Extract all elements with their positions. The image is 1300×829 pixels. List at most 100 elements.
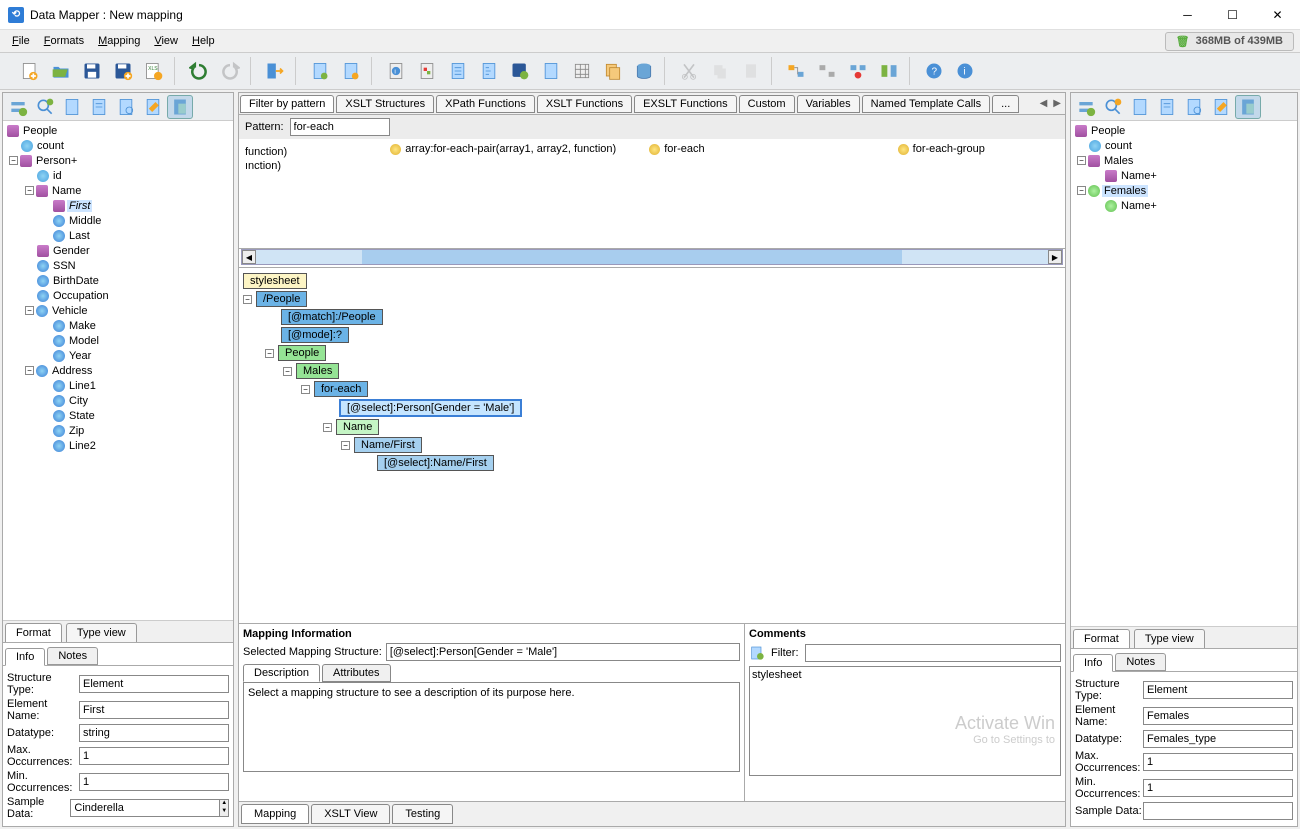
- expand-handle[interactable]: −: [283, 367, 292, 376]
- left-tb-doc2[interactable]: [86, 95, 112, 119]
- ftab-named[interactable]: Named Template Calls: [862, 95, 990, 113]
- func-result[interactable]: function): [245, 146, 287, 158]
- redo-button[interactable]: [216, 57, 244, 85]
- map-name[interactable]: Name: [336, 419, 379, 435]
- expand-handle[interactable]: −: [301, 385, 310, 394]
- tree-node-name2[interactable]: Name+: [1119, 200, 1159, 212]
- tree-node-make[interactable]: Make: [67, 320, 98, 332]
- link1-button[interactable]: [782, 57, 810, 85]
- maximize-button[interactable]: ☐: [1210, 0, 1255, 30]
- close-button[interactable]: ✕: [1255, 0, 1300, 30]
- map-match[interactable]: [@match]:/People: [281, 309, 383, 325]
- tab-typeview[interactable]: Type view: [1134, 629, 1205, 648]
- map-namefirst[interactable]: Name/First: [354, 437, 422, 453]
- menu-mapping[interactable]: Mapping: [92, 33, 146, 49]
- scroll-right[interactable]: ▶: [1048, 250, 1062, 264]
- left-tb-doc1[interactable]: [59, 95, 85, 119]
- left-tb-doc3[interactable]: [113, 95, 139, 119]
- tab-typeview[interactable]: Type view: [66, 623, 137, 642]
- tree-node-name[interactable]: Name: [50, 185, 83, 197]
- left-tb-search[interactable]: [32, 95, 58, 119]
- tree-node-id[interactable]: id: [51, 170, 64, 182]
- pattern-input[interactable]: [290, 118, 390, 136]
- doc4-button[interactable]: [475, 57, 503, 85]
- save2-button[interactable]: [506, 57, 534, 85]
- open-button[interactable]: [47, 57, 75, 85]
- max-occ-input[interactable]: [1143, 753, 1293, 771]
- link4-button[interactable]: [875, 57, 903, 85]
- expand-handle[interactable]: −: [1077, 156, 1086, 165]
- ftab-xpath[interactable]: XPath Functions: [436, 95, 535, 113]
- expand-handle[interactable]: −: [25, 366, 34, 375]
- link2-button[interactable]: [813, 57, 841, 85]
- tree-node-year[interactable]: Year: [67, 350, 93, 362]
- func-result[interactable]: ınction): [245, 160, 281, 172]
- doc2-button[interactable]: [337, 57, 365, 85]
- tab-prev[interactable]: ◀: [1038, 96, 1050, 111]
- tree-node-males[interactable]: Males: [1102, 155, 1135, 167]
- undo-button[interactable]: [185, 57, 213, 85]
- ftab-exslt[interactable]: EXSLT Functions: [634, 95, 737, 113]
- cut-button[interactable]: [675, 57, 703, 85]
- doc3-button[interactable]: [444, 57, 472, 85]
- tree-node-count[interactable]: count: [1103, 140, 1134, 152]
- map-stylesheet[interactable]: stylesheet: [243, 273, 307, 289]
- sample-input[interactable]: [70, 799, 220, 817]
- expand-handle[interactable]: −: [341, 441, 350, 450]
- tab-next[interactable]: ▶: [1051, 96, 1063, 111]
- doc1-button[interactable]: [306, 57, 334, 85]
- comment-item[interactable]: stylesheet: [752, 669, 1058, 681]
- func-result[interactable]: for-each-group: [898, 143, 985, 155]
- tree-node-address[interactable]: Address: [50, 365, 94, 377]
- tree-node-line1[interactable]: Line1: [67, 380, 98, 392]
- spin-up[interactable]: ▲: [220, 800, 228, 808]
- tree-node-first[interactable]: First: [67, 200, 92, 212]
- map-select[interactable]: [@select]:Person[Gender = 'Male']: [339, 399, 522, 417]
- func-result[interactable]: array:for-each-pair(array1, array2, func…: [390, 143, 616, 155]
- right-tb-active[interactable]: [1235, 95, 1261, 119]
- expand-handle[interactable]: −: [323, 423, 332, 432]
- grid-button[interactable]: [568, 57, 596, 85]
- mapping-tree[interactable]: stylesheet −/People [@match]:/People [@m…: [239, 268, 1065, 623]
- right-tb-doc4[interactable]: [1208, 95, 1234, 119]
- tree-node-females[interactable]: Females: [1102, 185, 1148, 197]
- menu-formats[interactable]: Formats: [38, 33, 90, 49]
- tab-description[interactable]: Description: [243, 664, 320, 682]
- expand-handle[interactable]: −: [9, 156, 18, 165]
- max-occ-input[interactable]: [79, 747, 229, 765]
- tab-mapping[interactable]: Mapping: [241, 804, 309, 824]
- datatype-input[interactable]: [79, 724, 229, 742]
- tree-node-name1[interactable]: Name+: [1119, 170, 1159, 182]
- tree-node-count[interactable]: count: [35, 140, 66, 152]
- copy-button[interactable]: [599, 57, 627, 85]
- tree-node-ssn[interactable]: SSN: [51, 260, 78, 272]
- comments-list[interactable]: stylesheet: [749, 666, 1061, 776]
- scroll-left[interactable]: ◀: [242, 250, 256, 264]
- expand-handle[interactable]: −: [243, 295, 252, 304]
- tree-node-person[interactable]: Person+: [34, 155, 79, 167]
- tree-node-people[interactable]: People: [21, 125, 59, 137]
- tree-node-last[interactable]: Last: [67, 230, 92, 242]
- save-as-button[interactable]: [109, 57, 137, 85]
- save-button[interactable]: [78, 57, 106, 85]
- elem-name-input[interactable]: [79, 701, 229, 719]
- tab-notes[interactable]: Notes: [47, 647, 98, 665]
- tab-testing[interactable]: Testing: [392, 804, 453, 824]
- map-select-nf[interactable]: [@select]:Name/First: [377, 455, 494, 471]
- ftab-more[interactable]: ...: [992, 95, 1019, 113]
- new-button[interactable]: [16, 57, 44, 85]
- datatype-input[interactable]: [1143, 730, 1293, 748]
- left-tb-active[interactable]: [167, 95, 193, 119]
- expand-handle[interactable]: −: [25, 186, 34, 195]
- tree-node-vehicle[interactable]: Vehicle: [50, 305, 89, 317]
- map-males[interactable]: Males: [296, 363, 339, 379]
- tree-node-birthdate[interactable]: BirthDate: [51, 275, 101, 287]
- right-tb-doc1[interactable]: [1127, 95, 1153, 119]
- map-people-el[interactable]: People: [278, 345, 326, 361]
- target-tree[interactable]: People count −Males Name+ −Females Name+: [1071, 121, 1297, 626]
- map-foreach[interactable]: for-each: [314, 381, 368, 397]
- ftab-xslt-func[interactable]: XSLT Functions: [537, 95, 632, 113]
- tree-node-gender[interactable]: Gender: [51, 245, 92, 257]
- tree-node-middle[interactable]: Middle: [67, 215, 103, 227]
- right-tb-doc2[interactable]: [1154, 95, 1180, 119]
